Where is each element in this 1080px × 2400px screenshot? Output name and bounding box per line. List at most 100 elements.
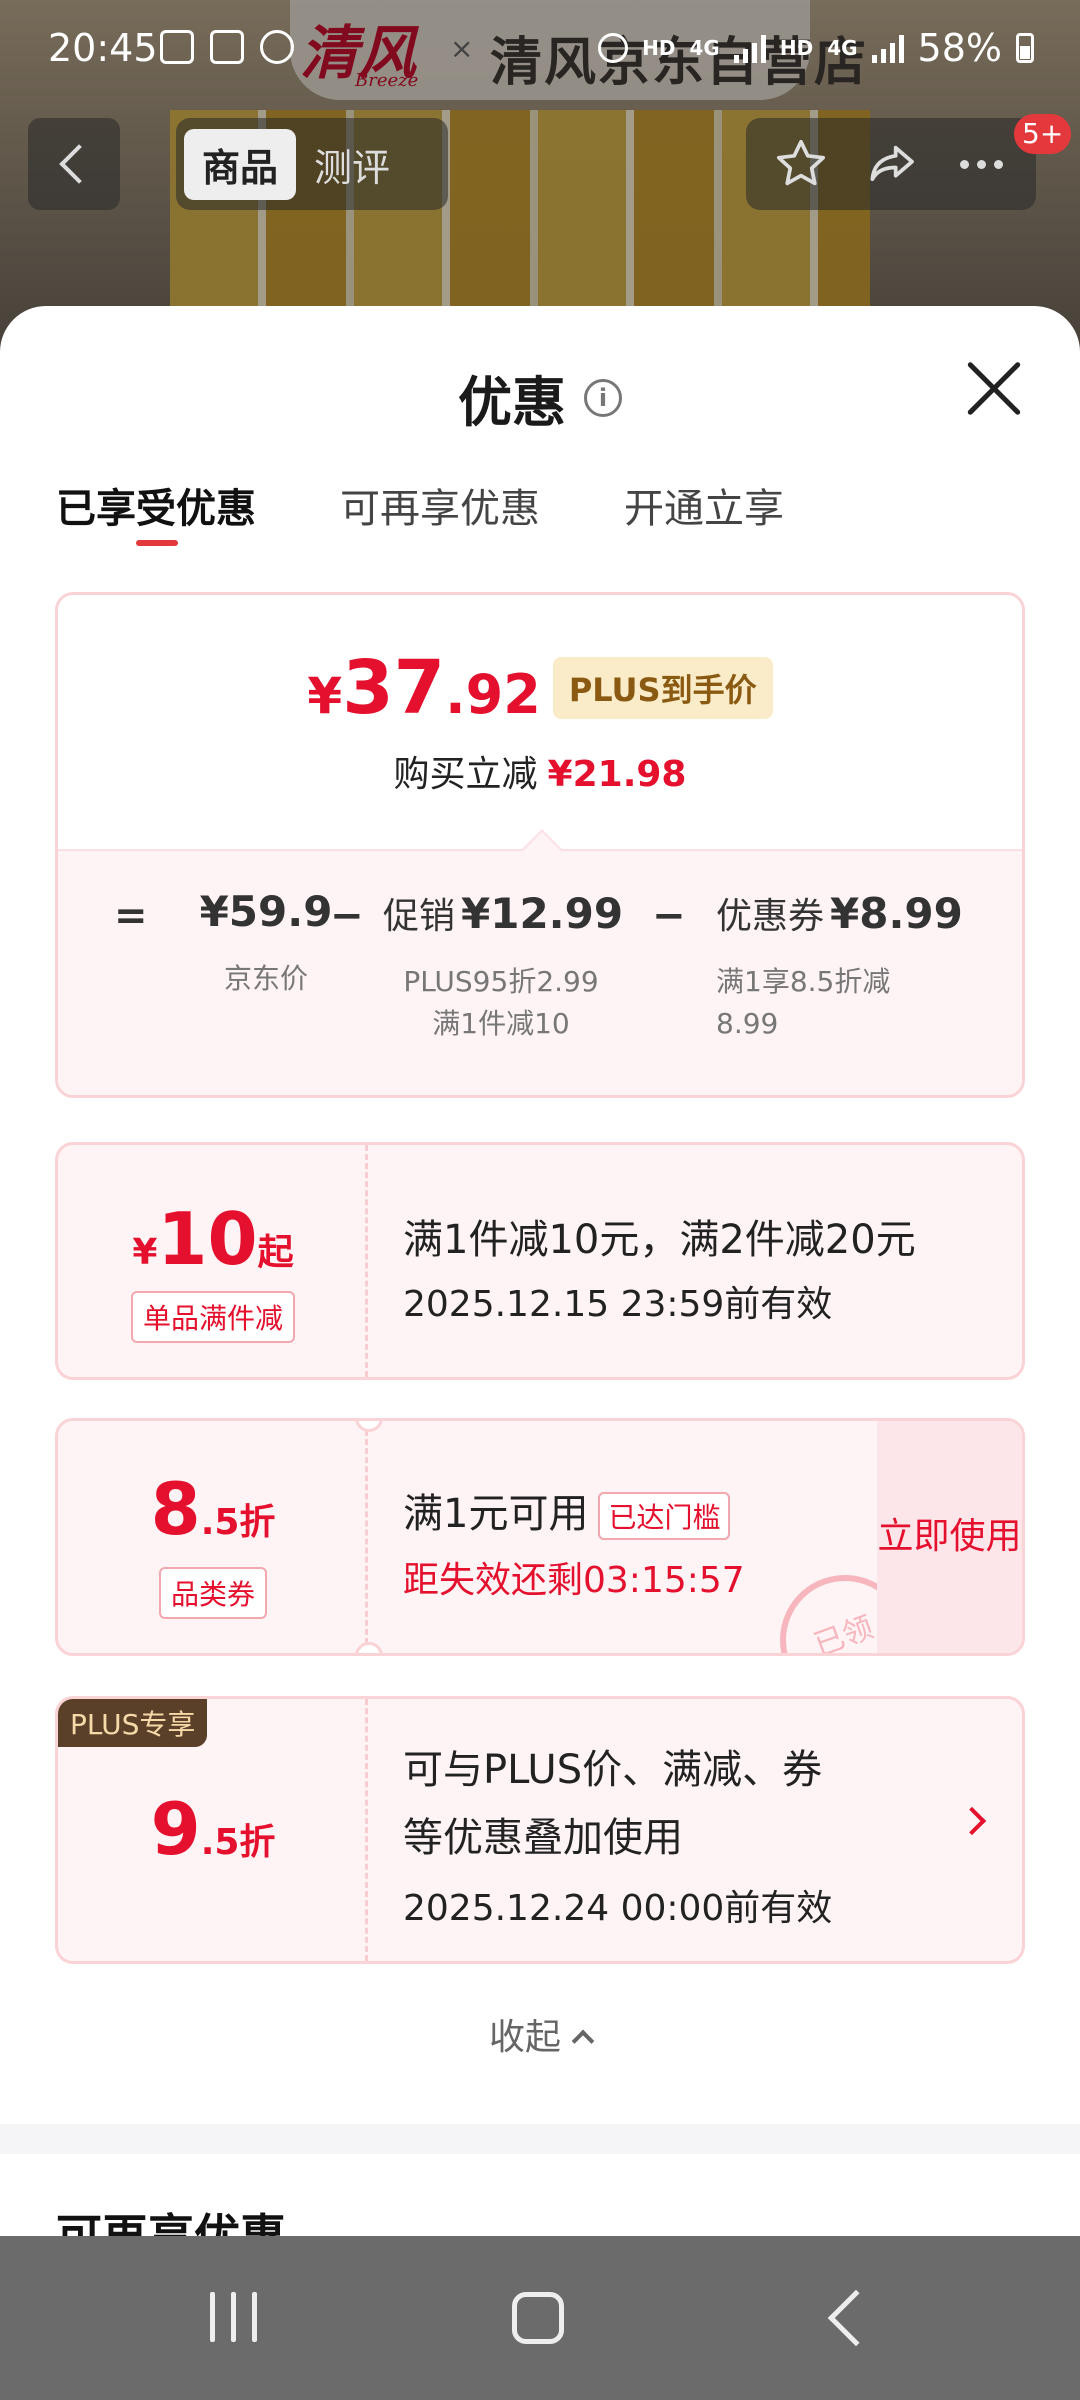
collapse-button[interactable]: 收起 xyxy=(0,2008,1080,2060)
coupon-value-area: 8.5折 品类券 xyxy=(58,1421,368,1653)
sheet-header: 优惠 i xyxy=(0,358,1080,437)
coupon-countdown: 距失效还剩03:15:57 xyxy=(403,1560,745,1601)
share-icon xyxy=(870,145,914,182)
plus-price-tag: PLUS到手价 xyxy=(552,657,773,719)
price-summary: ¥37.92 PLUS到手价 购买立减 ¥21.98 xyxy=(58,595,1022,849)
tab-activate[interactable]: 开通立享 xyxy=(624,476,784,534)
tab-review[interactable]: 测评 xyxy=(296,129,408,200)
discount-total: 购买立减 ¥21.98 xyxy=(58,745,1022,797)
coupon-rule: 满1元可用 已达门槛 xyxy=(403,1481,731,1540)
coupon-rule-2: 等优惠叠加使用 xyxy=(403,1815,683,1861)
favorite-button[interactable] xyxy=(771,134,831,194)
promo-desc-1: PLUS95折2.99 xyxy=(403,965,599,998)
promo-detail: PLUS95折2.99 满1件减10 xyxy=(383,961,619,1045)
coupon-value-area: PLUS专享 9.5折 xyxy=(58,1699,368,1961)
coupon-value-area: ¥10起 单品满件减 xyxy=(58,1145,368,1377)
coupon-amount: 9 xyxy=(150,1787,201,1871)
status-time: 20:45 xyxy=(48,26,158,70)
minus-sign-2: − xyxy=(652,893,686,939)
coupon-type-label: 品类券 xyxy=(158,1567,267,1619)
system-nav-bar xyxy=(0,2236,1080,2400)
signal-icon-2 xyxy=(871,33,904,63)
coupon-rule-1: 可与PLUS价、满减、券 xyxy=(403,1747,823,1793)
chevron-up-icon xyxy=(571,2029,595,2053)
promo-col: 促销 ¥12.99 PLUS95折2.99 满1件减10 xyxy=(383,887,623,1045)
coupon-type-tag: 单品满件减 xyxy=(58,1291,368,1343)
hd-icon: HD xyxy=(642,36,676,60)
tab-product[interactable]: 商品 xyxy=(184,128,297,200)
coupon-suffix: 起 xyxy=(257,1232,294,1273)
coupon-suffix: .5折 xyxy=(200,1502,276,1543)
price-breakdown-card: ¥37.92 PLUS到手价 购买立减 ¥21.98 = ¥59.9 京东价 − 促… xyxy=(55,592,1025,1098)
promo-value: ¥12.99 xyxy=(461,889,624,938)
message-badge: 5+ xyxy=(1014,114,1072,154)
final-price-row: ¥37.92 PLUS到手价 xyxy=(58,645,1022,731)
tab-enjoyed[interactable]: 已享受优惠 xyxy=(56,476,256,546)
more-icon xyxy=(959,159,1003,169)
promo-label: 促销 xyxy=(383,896,456,937)
sheet-title: 优惠 xyxy=(458,371,566,434)
hd-icon-2: HD xyxy=(779,36,814,60)
coupon-amount: 优惠券 ¥8.99 xyxy=(716,887,1006,939)
tab-more-available[interactable]: 可再享优惠 xyxy=(340,476,540,534)
coupon-value: ¥10起 xyxy=(58,1197,368,1281)
coupon-suffix: .5折 xyxy=(200,1822,276,1863)
coupon-type-tag: 品类券 xyxy=(58,1567,368,1619)
final-price-int: 37 xyxy=(342,645,446,731)
final-price: ¥37.92 xyxy=(307,645,540,731)
back-arrow-icon xyxy=(59,144,99,184)
info-icon[interactable]: i xyxy=(584,378,622,417)
coupon-value: 8.5折 xyxy=(58,1467,368,1551)
section-divider xyxy=(0,2124,1080,2154)
coupon-yen: ¥ xyxy=(132,1232,158,1273)
promo-desc-2: 满1件减10 xyxy=(432,1007,570,1040)
final-price-dec: .92 xyxy=(445,663,541,726)
gallery-icon xyxy=(160,30,194,64)
use-now-button[interactable]: 立即使用 xyxy=(877,1421,1022,1653)
coupon-info: 满1件减10元，满2件减20元 2025.12.15 23:59前有效 xyxy=(403,1145,1022,1377)
discount-total-value: ¥21.98 xyxy=(547,754,687,795)
status-bar: 20:45 HD 4G HD 4G 58% xyxy=(0,0,1080,100)
star-icon xyxy=(776,139,826,186)
coupon-card-category: 8.5折 品类券 满1元可用 已达门槛 距失效还剩03:15:57 已领 立即使用 xyxy=(55,1418,1025,1656)
coupon-col: 优惠券 ¥8.99 满1享8.5折减 8.99 xyxy=(716,887,1006,1045)
price-formula: = ¥59.9 京东价 − 促销 ¥12.99 PLUS95折2.99 满1件减10… xyxy=(58,849,1022,1095)
product-nav-tabs: 商品 测评 xyxy=(176,118,448,210)
battery-percent: 58% xyxy=(917,26,1002,70)
promotion-sheet: 优惠 i 已享受优惠 可再享优惠 开通立享 ¥37.92 PLUS到手价 购买立减 ¥… xyxy=(0,306,1080,2263)
system-back-button[interactable] xyxy=(827,2289,885,2347)
alarm-icon xyxy=(598,33,629,63)
final-price-yen: ¥ xyxy=(307,667,343,725)
coupon-expiry: 2025.12.15 23:59前有效 xyxy=(403,1284,833,1325)
plus-exclusive-badge: PLUS专享 xyxy=(58,1699,208,1747)
collapse-label: 收起 xyxy=(488,2017,561,2058)
4g-icon-2: 4G xyxy=(827,36,858,60)
coupon-type-label: 单品满件减 xyxy=(130,1291,295,1343)
back-button[interactable] xyxy=(28,118,120,210)
share-button[interactable] xyxy=(861,134,921,194)
coupon-expiry: 2025.12.24 00:00前有效 xyxy=(403,1888,833,1929)
coupon-detail: 满1享8.5折减 8.99 xyxy=(716,961,1006,1045)
coupon-value: 9.5折 xyxy=(58,1787,368,1871)
battery-icon xyxy=(1016,33,1034,63)
clock-app-icon xyxy=(210,30,244,64)
recent-apps-button[interactable] xyxy=(210,2292,257,2342)
coupon-desc-2: 8.99 xyxy=(716,1007,779,1040)
signal-icon xyxy=(733,33,766,63)
coupon-card-full-reduction[interactable]: ¥10起 单品满件减 满1件减10元，满2件减20元 2025.12.15 23… xyxy=(55,1142,1025,1380)
promo-tabs: 已享受优惠 可再享优惠 开通立享 xyxy=(56,476,784,546)
notification-icons xyxy=(160,30,294,64)
system-icons: HD 4G HD 4G 58% xyxy=(598,26,1034,70)
close-icon[interactable] xyxy=(964,358,1024,418)
coupon-amount: 8 xyxy=(150,1467,201,1551)
4g-icon: 4G xyxy=(689,36,720,60)
threshold-met-tag: 已达门槛 xyxy=(598,1492,731,1540)
coupon-info: 可与PLUS价、满减、券 等优惠叠加使用 2025.12.24 00:00前有效 xyxy=(403,1699,1022,1961)
more-button[interactable] xyxy=(951,134,1011,194)
home-button[interactable] xyxy=(512,2292,564,2344)
jd-price-label: 京东价 xyxy=(223,962,308,995)
coupon-value: ¥8.99 xyxy=(830,889,963,938)
coupon-amount: 10 xyxy=(157,1197,258,1281)
discount-total-label: 购买立减 xyxy=(393,754,538,795)
coupon-card-plus[interactable]: PLUS专享 9.5折 可与PLUS价、满减、券 等优惠叠加使用 2025.12… xyxy=(55,1696,1025,1964)
